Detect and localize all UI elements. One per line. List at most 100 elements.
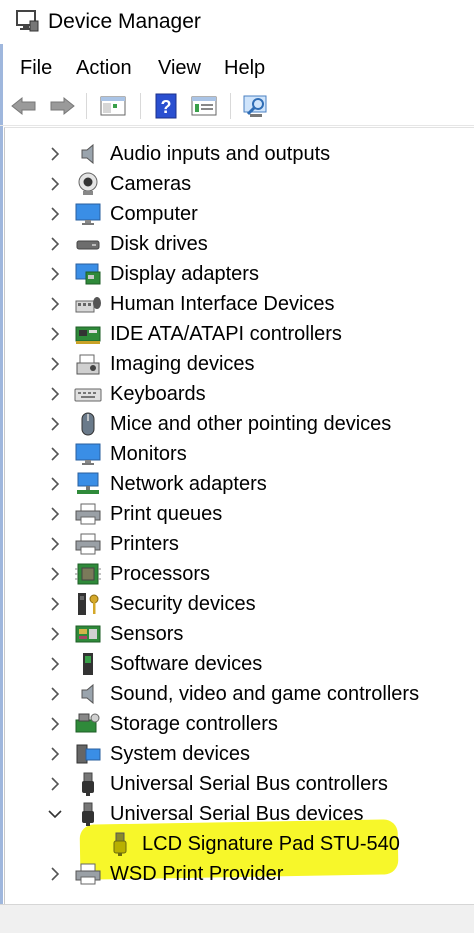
chevron-right-icon[interactable] xyxy=(46,295,64,313)
tree-item-processors[interactable]: Processors xyxy=(0,559,474,589)
printer-icon xyxy=(74,861,102,887)
chevron-right-icon[interactable] xyxy=(46,595,64,613)
window-title: Device Manager xyxy=(48,10,201,33)
tree-item-label: Audio inputs and outputs xyxy=(110,143,331,165)
help-icon[interactable]: ? xyxy=(151,91,181,121)
chevron-right-icon[interactable] xyxy=(46,145,64,163)
menu-file[interactable]: File xyxy=(20,56,52,80)
show-hide-console-tree-icon[interactable] xyxy=(98,91,128,121)
tree-item-disk-drives[interactable]: Disk drives xyxy=(0,229,474,259)
tree-item-label: Human Interface Devices xyxy=(110,293,335,315)
usb-icon xyxy=(74,801,102,827)
tree-item-system-devices[interactable]: System devices xyxy=(0,739,474,769)
properties-icon[interactable] xyxy=(189,91,219,121)
tree-item-label: Network adapters xyxy=(110,473,267,495)
tree-item-monitors[interactable]: Monitors xyxy=(0,439,474,469)
toolbar-separator xyxy=(230,93,231,119)
chevron-right-icon[interactable] xyxy=(46,475,64,493)
speaker-icon xyxy=(74,681,102,707)
usb-yellow-icon xyxy=(106,831,134,857)
forward-arrow-icon[interactable] xyxy=(47,91,77,121)
chevron-right-icon[interactable] xyxy=(46,715,64,733)
tree-item-universal-serial-bus-devices[interactable]: Universal Serial Bus devices xyxy=(0,799,474,829)
network-icon xyxy=(74,471,102,497)
monitor-icon xyxy=(74,441,102,467)
processor-icon xyxy=(74,561,102,587)
disk-drive-icon xyxy=(74,231,102,257)
tree-item-printers[interactable]: Printers xyxy=(0,529,474,559)
chevron-right-icon[interactable] xyxy=(46,235,64,253)
title-bar: Device Manager xyxy=(0,0,474,44)
tree-item-label: Universal Serial Bus devices xyxy=(110,803,364,825)
chevron-right-icon[interactable] xyxy=(46,565,64,583)
chevron-right-icon[interactable] xyxy=(46,685,64,703)
tree-item-network-adapters[interactable]: Network adapters xyxy=(0,469,474,499)
tree-item-storage-controllers[interactable]: Storage controllers xyxy=(0,709,474,739)
menu-help[interactable]: Help xyxy=(224,56,265,80)
menu-action[interactable]: Action xyxy=(76,56,132,80)
tree-item-label: Imaging devices xyxy=(110,353,255,375)
tree-item-security-devices[interactable]: Security devices xyxy=(0,589,474,619)
chevron-right-icon[interactable] xyxy=(46,325,64,343)
chevron-right-icon[interactable] xyxy=(46,625,64,643)
back-arrow-icon[interactable] xyxy=(9,91,39,121)
tree-item-print-queues[interactable]: Print queues xyxy=(0,499,474,529)
mouse-icon xyxy=(74,411,102,437)
tree-item-label: System devices xyxy=(110,743,251,765)
chevron-right-icon[interactable] xyxy=(46,745,64,763)
tree-item-label: Disk drives xyxy=(110,233,208,255)
tree-item-imaging-devices[interactable]: Imaging devices xyxy=(0,349,474,379)
tree-item-software-devices[interactable]: Software devices xyxy=(0,649,474,679)
tree-item-label: Sensors xyxy=(110,623,184,645)
tree-item-computer[interactable]: Computer xyxy=(0,199,474,229)
tree-item-human-interface-devices[interactable]: Human Interface Devices xyxy=(0,289,474,319)
chevron-right-icon[interactable] xyxy=(46,505,64,523)
tree-item-label: Print queues xyxy=(110,503,223,525)
tree-item-label: Software devices xyxy=(110,653,263,675)
scan-hardware-icon[interactable] xyxy=(241,91,271,121)
chevron-right-icon[interactable] xyxy=(46,205,64,223)
tree-child-label: LCD Signature Pad STU-540 xyxy=(142,833,400,855)
ide-controller-icon xyxy=(74,321,102,347)
chevron-right-icon[interactable] xyxy=(46,775,64,793)
tree-item-sound-video-and-game-controllers[interactable]: Sound, video and game controllers xyxy=(0,679,474,709)
software-device-icon xyxy=(74,651,102,677)
printer-icon xyxy=(74,501,102,527)
tree-item-label: IDE ATA/ATAPI controllers xyxy=(110,323,342,345)
camera-icon xyxy=(74,171,102,197)
tree-item-ide-ata-atapi-controllers[interactable]: IDE ATA/ATAPI controllers xyxy=(0,319,474,349)
tree-item-sensors[interactable]: Sensors xyxy=(0,619,474,649)
chevron-right-icon[interactable] xyxy=(46,175,64,193)
tree-item-label: Computer xyxy=(110,203,198,225)
chevron-right-icon[interactable] xyxy=(46,655,64,673)
chevron-right-icon[interactable] xyxy=(46,535,64,553)
menu-view[interactable]: View xyxy=(158,56,201,80)
tree-item-label: Storage controllers xyxy=(110,713,278,735)
chevron-right-icon[interactable] xyxy=(46,415,64,433)
tree-item-keyboards[interactable]: Keyboards xyxy=(0,379,474,409)
tree-child-lcd-signature-pad-stu-540[interactable]: LCD Signature Pad STU-540 xyxy=(0,829,474,859)
chevron-right-icon[interactable] xyxy=(46,265,64,283)
tree-item-label: Universal Serial Bus controllers xyxy=(110,773,388,795)
tree-item-label: Keyboards xyxy=(110,383,206,405)
tree-item-wsd-print-provider[interactable]: WSD Print Provider xyxy=(0,859,474,889)
tree-item-mice-and-other-pointing-devices[interactable]: Mice and other pointing devices xyxy=(0,409,474,439)
tree-item-label: Sound, video and game controllers xyxy=(110,683,420,705)
tree-item-display-adapters[interactable]: Display adapters xyxy=(0,259,474,289)
chevron-right-icon[interactable] xyxy=(46,355,64,373)
storage-icon xyxy=(74,711,102,737)
tree-item-label: Display adapters xyxy=(110,263,259,285)
tree-item-universal-serial-bus-controllers[interactable]: Universal Serial Bus controllers xyxy=(0,769,474,799)
tree-item-label: WSD Print Provider xyxy=(110,863,284,885)
tree-item-cameras[interactable]: Cameras xyxy=(0,169,474,199)
chevron-down-icon[interactable] xyxy=(46,805,64,823)
chevron-right-icon[interactable] xyxy=(46,865,64,883)
tree-item-audio-inputs-and-outputs[interactable]: Audio inputs and outputs xyxy=(0,139,474,169)
tree-item-label: Processors xyxy=(110,563,211,585)
display-adapter-icon xyxy=(74,261,102,287)
tree-item-label: Monitors xyxy=(110,443,187,465)
sensor-icon xyxy=(74,621,102,647)
chevron-right-icon[interactable] xyxy=(46,445,64,463)
chevron-right-icon[interactable] xyxy=(46,385,64,403)
security-icon xyxy=(74,591,102,617)
